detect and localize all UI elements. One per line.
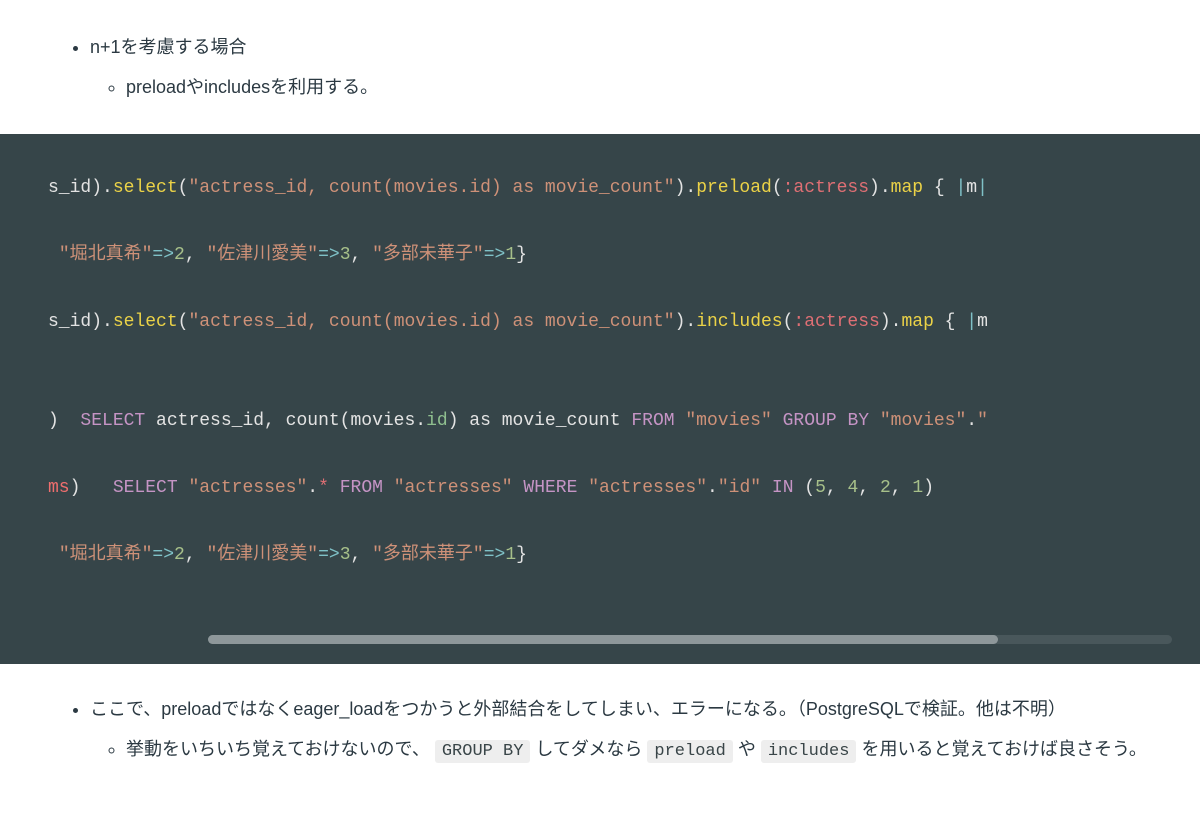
code-line: "堀北真希"=>2, "佐津川愛美"=>3, "多部未華子"=>1}	[48, 539, 1192, 572]
list-item: n+1を考慮する場合 preloadやincludesを利用する。	[90, 30, 1200, 104]
list-text: や	[733, 739, 761, 759]
list-item: preloadやincludesを利用する。	[126, 70, 1200, 104]
inline-code: preload	[647, 740, 732, 763]
bottom-bullet-list: ここで、preloadではなくeager_loadをつかうと外部結合をしてしまい…	[0, 692, 1200, 768]
horizontal-scrollbar[interactable]	[208, 635, 1172, 644]
code-line: s_id).select("actress_id, count(movies.i…	[48, 306, 1192, 339]
nested-list: preloadやincludesを利用する。	[90, 70, 1200, 104]
code-line: ) SELECT actress_id, count(movies.id) as…	[48, 405, 1192, 438]
inline-code: includes	[761, 740, 857, 763]
nested-list: 挙動をいちいち覚えておけないので、 GROUP BY してダメなら preloa…	[90, 732, 1200, 768]
inline-code: GROUP BY	[435, 740, 531, 763]
top-bullet-list: n+1を考慮する場合 preloadやincludesを利用する。	[0, 30, 1200, 104]
list-text: ここで、preloadではなくeager_loadをつかうと外部結合をしてしまい…	[90, 699, 1066, 719]
list-text: を用いると覚えておけば良さそう。	[856, 739, 1146, 759]
list-text: 挙動をいちいち覚えておけないので、	[126, 739, 435, 759]
list-text: してダメなら	[530, 739, 647, 759]
code-line: s_id).select("actress_id, count(movies.i…	[48, 172, 1192, 205]
list-text: n+1を考慮する場合	[90, 37, 247, 57]
article-body: n+1を考慮する場合 preloadやincludesを利用する。 s_id).…	[0, 0, 1200, 829]
list-item: ここで、preloadではなくeager_loadをつかうと外部結合をしてしまい…	[90, 692, 1200, 768]
scrollbar-thumb[interactable]	[208, 635, 998, 644]
list-text: preloadやincludesを利用する。	[126, 77, 378, 97]
code-line: "堀北真希"=>2, "佐津川愛美"=>3, "多部未華子"=>1}	[48, 239, 1192, 272]
code-block[interactable]: s_id).select("actress_id, count(movies.i…	[0, 134, 1200, 664]
list-item: 挙動をいちいち覚えておけないので、 GROUP BY してダメなら preloa…	[126, 732, 1200, 768]
code-line: ms) SELECT "actresses".* FROM "actresses…	[48, 472, 1192, 505]
